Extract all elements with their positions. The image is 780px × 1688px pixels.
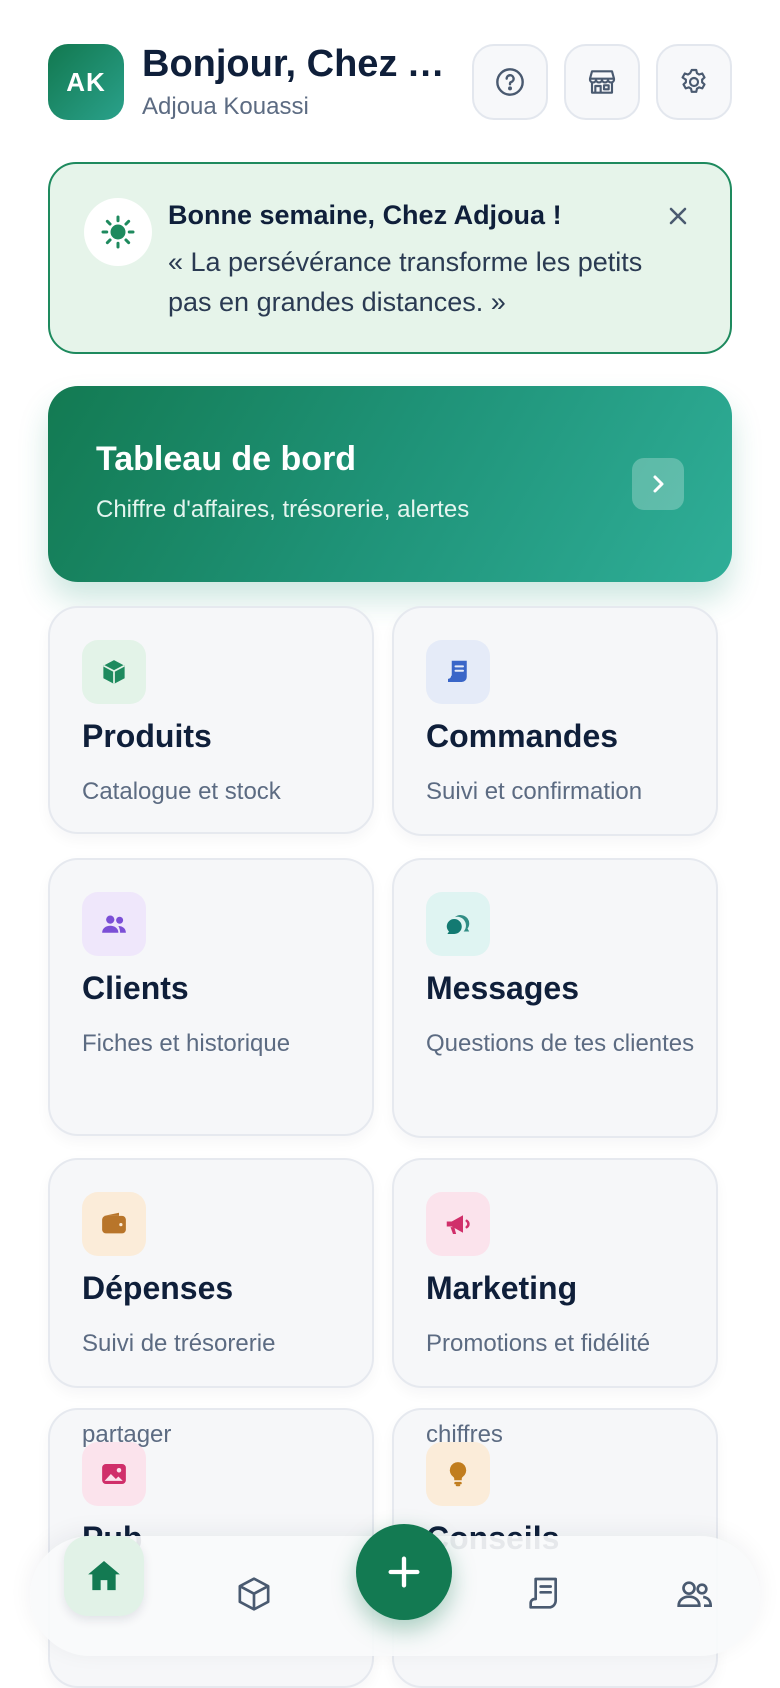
image-icon [102, 1464, 126, 1484]
tile-icon-badge [82, 892, 146, 956]
sun-icon-badge [84, 198, 152, 266]
home-icon [88, 1561, 120, 1591]
add-icon [388, 1556, 420, 1588]
dashboard-card[interactable]: Tableau de bord Chiffre d'affaires, trés… [48, 386, 732, 582]
tile-icon-badge [82, 1192, 146, 1256]
box-icon [238, 1577, 270, 1611]
tile-title: Clients [82, 970, 189, 1006]
quote-title: Bonne semaine, Chez Adjoua ! [168, 200, 562, 230]
tile-title: Marketing [426, 1270, 578, 1306]
nav-clients[interactable] [654, 1554, 734, 1634]
tile-marketing[interactable]: Marketing Promotions et fidélité [392, 1158, 718, 1388]
tile-description: Suivi de trésorerie [82, 1330, 276, 1357]
tile-icon-badge [426, 892, 490, 956]
help-icon [496, 68, 524, 96]
nav-orders[interactable] [504, 1554, 584, 1634]
header: AK Bonjour, Chez Adjoua Adjoua Kouassi [48, 43, 732, 121]
tile-produits[interactable]: Produits Catalogue et stock [48, 606, 374, 834]
tile-description: Catalogue et stock [82, 778, 281, 805]
greeting-block: Bonjour, Chez Adjoua Adjoua Kouassi [142, 43, 456, 121]
avatar[interactable]: AK [48, 44, 124, 120]
tile-depenses[interactable]: Dépenses Suivi de trésorerie [48, 1158, 374, 1388]
tile-title: Produits [82, 718, 212, 754]
wallet-icon [102, 1212, 126, 1234]
store-button[interactable] [564, 44, 640, 120]
tile-icon-badge [82, 640, 146, 704]
tile-description: partager [82, 1421, 172, 1448]
tile-description: Questions de tes clientes [426, 1030, 695, 1057]
greeting-title: Bonjour, Chez Adjoua [142, 43, 456, 86]
tile-description: Suivi et confirmation [426, 778, 643, 805]
bulb-icon [449, 1462, 467, 1487]
store-icon [588, 70, 616, 94]
tile-description: chiffres [426, 1421, 503, 1448]
tile-clients[interactable]: Clients Fiches et historique [48, 858, 374, 1136]
tile-icon-badge [426, 640, 490, 704]
add-button[interactable] [356, 1524, 452, 1620]
tile-messages[interactable]: Messages Questions de tes clientes [392, 858, 718, 1138]
users-icon [102, 915, 126, 933]
close-button[interactable] [662, 200, 694, 232]
nav-products[interactable] [214, 1554, 294, 1634]
tile-title: Messages [426, 970, 579, 1006]
settings-button[interactable] [656, 44, 732, 120]
settings-icon [681, 68, 706, 93]
quote-text: « La persévérance transforme les petits … [168, 247, 643, 317]
chat-icon [446, 915, 470, 934]
tile-title: Dépenses [82, 1270, 234, 1306]
weekly-quote-card: Bonne semaine, Chez Adjoua ! « La persév… [48, 162, 732, 354]
users-icon [677, 1581, 713, 1607]
tile-icon-badge [426, 1192, 490, 1256]
close-icon [669, 207, 687, 225]
receipt-icon [448, 660, 467, 682]
tile-commandes[interactable]: Commandes Suivi et confirmation [392, 606, 718, 836]
dashboard-subtitle: Chiffre d'affaires, trésorerie, alertes [96, 496, 470, 523]
help-button[interactable] [472, 44, 548, 120]
tile-description: Fiches et historique [82, 1030, 291, 1057]
sun-icon [101, 215, 135, 249]
megaphone-icon [446, 1215, 470, 1234]
tile-title: Commandes [426, 718, 619, 754]
nav-home[interactable] [64, 1536, 144, 1616]
chevron-right-icon [653, 475, 664, 493]
receipt-icon [529, 1577, 557, 1609]
tile-description: Promotions et fidélité [426, 1330, 651, 1357]
dashboard-arrow [632, 458, 684, 510]
user-name: Adjoua Kouassi [142, 92, 309, 120]
box-icon [103, 660, 125, 684]
dashboard-title: Tableau de bord [96, 440, 357, 478]
